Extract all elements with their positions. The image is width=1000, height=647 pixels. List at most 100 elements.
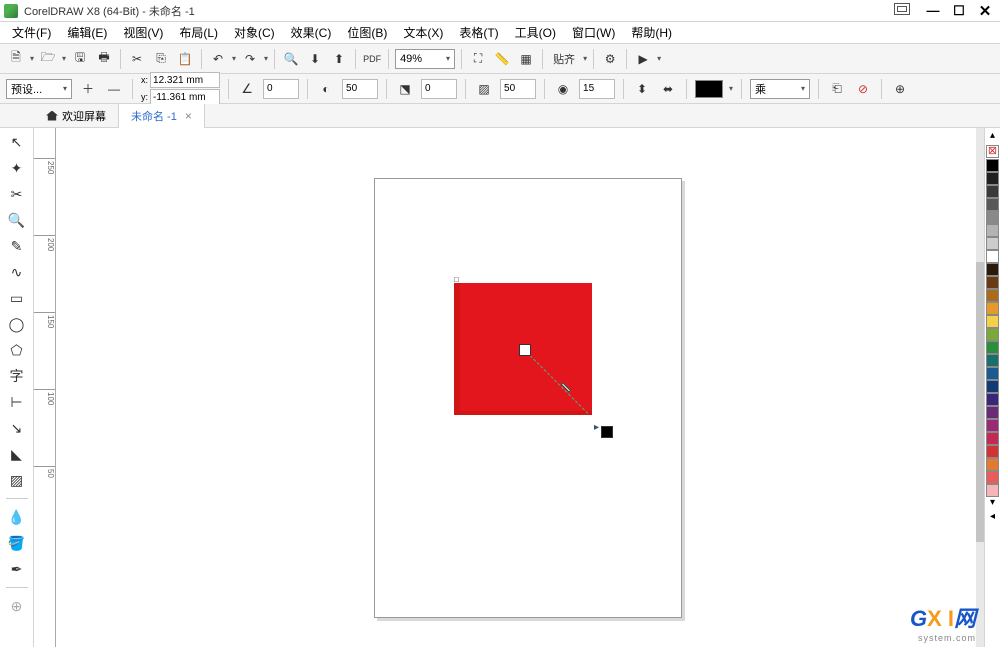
color-swatch[interactable] (986, 328, 999, 341)
color-swatch[interactable] (986, 198, 999, 211)
color-swatch[interactable] (986, 159, 999, 172)
grid-button[interactable]: ▦ (516, 49, 536, 69)
color-swatch[interactable] (986, 289, 999, 302)
tab-close-icon[interactable]: × (185, 109, 192, 123)
polygon-tool[interactable]: ⬠ (7, 340, 27, 360)
color-swatch[interactable] (986, 458, 999, 471)
open-button[interactable]: 🗁 (38, 49, 58, 69)
color-swatch[interactable] (986, 211, 999, 224)
stretch-input[interactable]: 0 (421, 79, 457, 99)
export-button[interactable]: ⬆ (329, 49, 349, 69)
blend-dropdown-icon[interactable]: ▾ (801, 84, 805, 93)
color-swatch[interactable] (986, 367, 999, 380)
options-button[interactable]: ⚙ (600, 49, 620, 69)
save-button[interactable]: 🖫 (70, 49, 90, 69)
menu-bitmap[interactable]: 位图(B) (339, 24, 395, 41)
color-swatch[interactable] (986, 419, 999, 432)
no-color-swatch[interactable]: ⊠ (986, 145, 999, 158)
color-swatch[interactable] (986, 263, 999, 276)
expand-button[interactable]: ⊕ (7, 596, 27, 616)
freehand-tool[interactable]: ✎ (7, 236, 27, 256)
curve-tool[interactable]: ∿ (7, 262, 27, 282)
eyedropper-tool[interactable]: 💧 (7, 507, 27, 527)
menu-effects[interactable]: 效果(C) (283, 24, 340, 41)
x-coord[interactable]: 12.321 mm (150, 72, 220, 88)
color-swatch[interactable] (986, 484, 999, 497)
scrollbar-thumb[interactable] (976, 262, 984, 542)
docking-icon[interactable] (894, 3, 910, 15)
text-tool[interactable]: 字 (7, 366, 27, 386)
menu-object[interactable]: 对象(C) (226, 24, 283, 41)
preset-select[interactable]: 预设...▾ (6, 79, 72, 99)
pdf-button[interactable]: PDF (362, 49, 382, 69)
color-swatch[interactable] (986, 224, 999, 237)
color-swatch[interactable] (986, 237, 999, 250)
menu-help[interactable]: 帮助(H) (623, 24, 680, 41)
color-swatch[interactable] (986, 250, 999, 263)
color-swatch[interactable] (986, 380, 999, 393)
opacity-input[interactable]: 50 (342, 79, 378, 99)
menu-layout[interactable]: 布局(L) (171, 24, 226, 41)
import-button[interactable]: ⬇ (305, 49, 325, 69)
color-swatch[interactable] (986, 432, 999, 445)
print-button[interactable]: 🖶 (94, 49, 114, 69)
angle-input[interactable]: 0 (263, 79, 299, 99)
crop-tool[interactable]: ✂ (7, 184, 27, 204)
color-swatch[interactable] (986, 315, 999, 328)
undo-dropdown-icon[interactable]: ▾ (232, 54, 236, 63)
color-swatch[interactable] (986, 185, 999, 198)
snap-dropdown-icon[interactable]: ▾ (583, 54, 587, 63)
menu-table[interactable]: 表格(T) (451, 24, 506, 41)
paste-button[interactable]: 📋 (175, 49, 195, 69)
minimize-button[interactable]: — (922, 3, 944, 19)
color-swatch[interactable] (986, 354, 999, 367)
shadow-end-handle[interactable] (601, 426, 613, 438)
new-dropdown-icon[interactable]: ▾ (30, 54, 34, 63)
menu-text[interactable]: 文本(X) (395, 24, 451, 41)
open-dropdown-icon[interactable]: ▾ (62, 54, 66, 63)
outline-tool[interactable]: ✒ (7, 559, 27, 579)
palette-flyout-button[interactable]: ◂ (986, 511, 1000, 525)
blend-mode-select[interactable]: 乘▾ (750, 79, 810, 99)
new-button[interactable]: 🗎 (6, 49, 26, 69)
redo-dropdown-icon[interactable]: ▾ (264, 54, 268, 63)
copy-button[interactable]: ⎘ (151, 49, 171, 69)
palette-down-button[interactable]: ▾ (986, 497, 1000, 511)
maximize-button[interactable]: ☐ (948, 3, 970, 19)
fill-tool[interactable]: 🪣 (7, 533, 27, 553)
zoom-level[interactable]: 49%▾ (395, 49, 455, 69)
transparency-tool[interactable]: ▨ (7, 470, 27, 490)
add-preset-button[interactable]: ＋ (78, 79, 98, 99)
fullscreen-button[interactable]: ⛶ (468, 49, 488, 69)
zoom-tool[interactable]: 🔍 (7, 210, 27, 230)
color-dropdown-icon[interactable]: ▾ (729, 84, 733, 93)
canvas[interactable]: □ ▸ (56, 128, 976, 647)
zoom-dropdown-icon[interactable]: ▾ (446, 54, 450, 63)
pick-tool[interactable]: ↖ (7, 132, 27, 152)
transparency-input[interactable]: 50 (500, 79, 536, 99)
close-button[interactable]: ✕ (974, 3, 996, 19)
menu-window[interactable]: 窗口(W) (564, 24, 623, 41)
snap-label[interactable]: 贴齐 (549, 51, 579, 67)
feather-input[interactable]: 15 (579, 79, 615, 99)
preset-dropdown-icon[interactable]: ▾ (63, 84, 67, 93)
color-swatch[interactable] (986, 393, 999, 406)
color-swatch[interactable] (986, 471, 999, 484)
add-button[interactable]: ⊕ (890, 79, 910, 99)
menu-view[interactable]: 视图(V) (115, 24, 171, 41)
drop-shadow-tool[interactable]: ◣ (7, 444, 27, 464)
shadow-start-handle[interactable] (519, 344, 531, 356)
color-swatch[interactable] (986, 445, 999, 458)
cut-button[interactable]: ✂ (127, 49, 147, 69)
direction2-button[interactable]: ⬌ (658, 79, 678, 99)
undo-button[interactable]: ↶ (208, 49, 228, 69)
color-swatch[interactable] (986, 341, 999, 354)
ellipse-tool[interactable]: ◯ (7, 314, 27, 334)
ruler-button[interactable]: 📏 (492, 49, 512, 69)
shape-tool[interactable]: ✦ (7, 158, 27, 178)
remove-preset-button[interactable]: — (104, 79, 124, 99)
menu-tools[interactable]: 工具(O) (507, 24, 564, 41)
color-swatch[interactable] (986, 172, 999, 185)
copy-properties-button[interactable]: ⎗ (827, 79, 847, 99)
clear-shadow-button[interactable]: ⊘ (853, 79, 873, 99)
